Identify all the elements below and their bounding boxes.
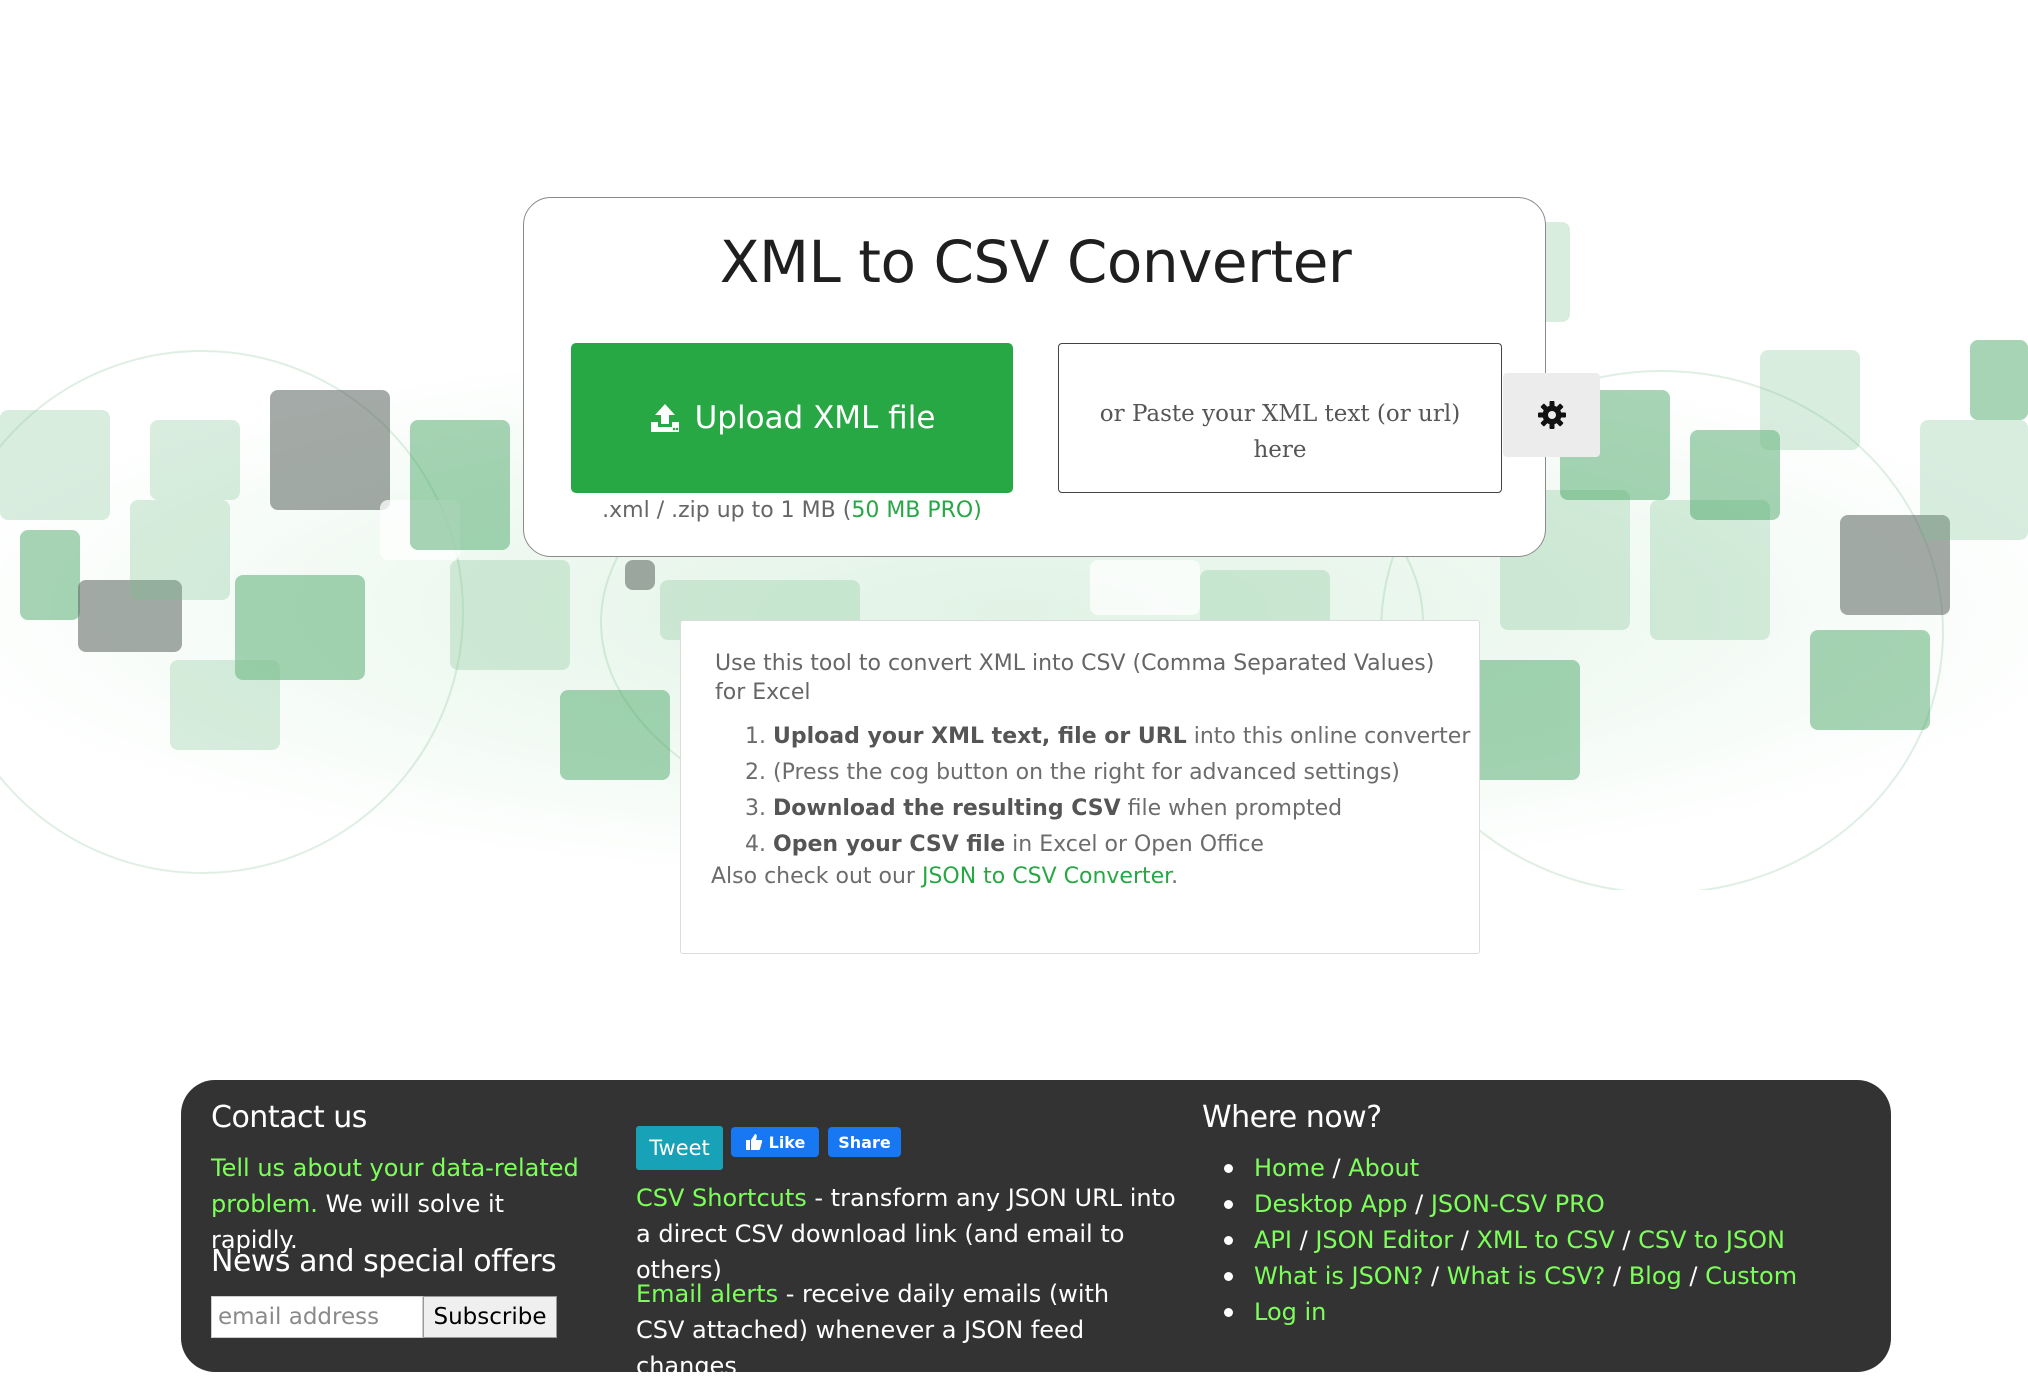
also-suffix: . xyxy=(1171,864,1179,889)
desktop-app-link[interactable]: Desktop App xyxy=(1254,1190,1408,1218)
background-tile xyxy=(1090,560,1200,615)
log-in-link[interactable]: Log in xyxy=(1254,1298,1326,1326)
converter-card: XML to CSV Converter Upload XML file .xm… xyxy=(523,197,1600,557)
upload-xml-button[interactable]: Upload XML file xyxy=(571,343,1013,493)
gear-icon xyxy=(1537,401,1566,429)
separator: / xyxy=(1407,1190,1431,1218)
background-tile xyxy=(130,500,230,600)
footer-nav: Home / About Desktop App / JSON-CSV PRO … xyxy=(1222,1150,1797,1330)
settings-button[interactable] xyxy=(1503,373,1600,457)
tweet-button[interactable]: Tweet xyxy=(636,1126,723,1170)
footer-nav-item: API / JSON Editor / XML to CSV / CSV to … xyxy=(1222,1222,1797,1258)
also-prefix: Also check out our xyxy=(711,864,922,889)
background-tile xyxy=(170,660,280,750)
separator: / xyxy=(1291,1226,1316,1254)
email-alerts-text: Email alerts - receive daily emails (wit… xyxy=(636,1276,1156,1384)
separator: / xyxy=(1453,1226,1477,1254)
xml-to-csv-link[interactable]: XML to CSV xyxy=(1476,1226,1614,1254)
background-tile xyxy=(150,420,240,500)
facebook-share-button[interactable]: Share xyxy=(828,1127,901,1157)
upload-note-text: .xml / .zip up to 1 MB ( xyxy=(602,498,852,523)
footer-nav-item: Log in xyxy=(1222,1294,1797,1330)
home-link[interactable]: Home xyxy=(1254,1154,1325,1182)
api-link[interactable]: API xyxy=(1254,1226,1292,1254)
background-tile xyxy=(560,690,670,780)
thumbs-up-icon xyxy=(745,1134,762,1150)
upload-size-note: .xml / .zip up to 1 MB (50 MB PRO) xyxy=(571,498,1013,523)
also-check-out: Also check out our JSON to CSV Converter… xyxy=(711,864,1178,889)
json-editor-link[interactable]: JSON Editor xyxy=(1315,1226,1453,1254)
separator: / xyxy=(1614,1226,1639,1254)
facebook-like-label: Like xyxy=(768,1132,806,1152)
background-tile xyxy=(410,420,510,550)
what-is-csv-link[interactable]: What is CSV? xyxy=(1447,1262,1606,1290)
instructions-intro: Use this tool to convert XML into CSV (C… xyxy=(715,651,1435,705)
footer: Contact us Tell us about your data-relat… xyxy=(181,1080,1891,1380)
background-tile xyxy=(20,530,80,620)
paste-xml-textarea[interactable] xyxy=(1058,343,1502,493)
separator: / xyxy=(1605,1262,1629,1290)
separator: / xyxy=(1423,1262,1447,1290)
background-tile xyxy=(1920,420,2028,540)
background-tile xyxy=(270,390,390,510)
instruction-step: Download the resulting CSV file when pro… xyxy=(773,791,1473,827)
json-to-csv-link[interactable]: JSON to CSV Converter xyxy=(922,864,1171,889)
csv-shortcuts-text: CSV Shortcuts - transform any JSON URL i… xyxy=(636,1180,1186,1288)
step-text: file when prompted xyxy=(1120,796,1343,821)
news-heading: News and special offers xyxy=(211,1244,557,1279)
instruction-step: Open your CSV file in Excel or Open Offi… xyxy=(773,827,1473,863)
pro-link[interactable]: 50 MB PRO) xyxy=(851,498,982,523)
instruction-step: Upload your XML text, file or URL into t… xyxy=(773,719,1473,755)
instruction-step: (Press the cog button on the right for a… xyxy=(773,755,1473,791)
upload-icon xyxy=(650,404,679,432)
separator: / xyxy=(1324,1154,1349,1182)
step-bold: Download the resulting CSV xyxy=(773,796,1121,821)
what-is-json-link[interactable]: What is JSON? xyxy=(1254,1262,1423,1290)
background-tile xyxy=(450,560,570,670)
background-tile xyxy=(0,410,110,520)
about-link[interactable]: About xyxy=(1348,1154,1419,1182)
separator: / xyxy=(1681,1262,1706,1290)
instructions-box: Use this tool to convert XML into CSV (C… xyxy=(680,620,1480,954)
footer-nav-item: What is JSON? / What is CSV? / Blog / Cu… xyxy=(1222,1258,1797,1294)
where-now-heading: Where now? xyxy=(1202,1100,1382,1135)
background-tile xyxy=(625,560,655,590)
background-tile xyxy=(1810,630,1930,730)
email-field[interactable] xyxy=(211,1296,423,1338)
csv-shortcuts-link[interactable]: CSV Shortcuts xyxy=(636,1184,807,1212)
blog-link[interactable]: Blog xyxy=(1629,1262,1682,1290)
background-tile xyxy=(1970,340,2028,420)
upload-xml-label: Upload XML file xyxy=(694,400,936,436)
instructions-steps: Upload your XML text, file or URL into t… xyxy=(715,719,1473,863)
subscribe-button[interactable]: Subscribe xyxy=(423,1296,557,1338)
footer-nav-item: Home / About xyxy=(1222,1150,1797,1186)
step-bold: Open your CSV file xyxy=(773,832,1006,857)
facebook-like-button[interactable]: Like xyxy=(731,1127,819,1157)
custom-link[interactable]: Custom xyxy=(1705,1262,1797,1290)
step-text: in Excel or Open Office xyxy=(1005,832,1264,857)
csv-to-json-link[interactable]: CSV to JSON xyxy=(1638,1226,1785,1254)
email-alerts-link[interactable]: Email alerts xyxy=(636,1280,778,1308)
background-tile xyxy=(1760,350,1860,450)
contact-text: Tell us about your data-related problem.… xyxy=(211,1150,591,1258)
step-text: (Press the cog button on the right for a… xyxy=(773,760,1400,785)
footer-nav-item: Desktop App / JSON-CSV PRO xyxy=(1222,1186,1797,1222)
contact-heading: Contact us xyxy=(211,1100,367,1135)
page-title: XML to CSV Converter xyxy=(719,228,1352,296)
background-tile xyxy=(1650,500,1770,640)
step-text: into this online converter xyxy=(1186,724,1471,749)
json-csv-pro-link[interactable]: JSON-CSV PRO xyxy=(1431,1190,1605,1218)
step-bold: Upload your XML text, file or URL xyxy=(773,724,1187,749)
